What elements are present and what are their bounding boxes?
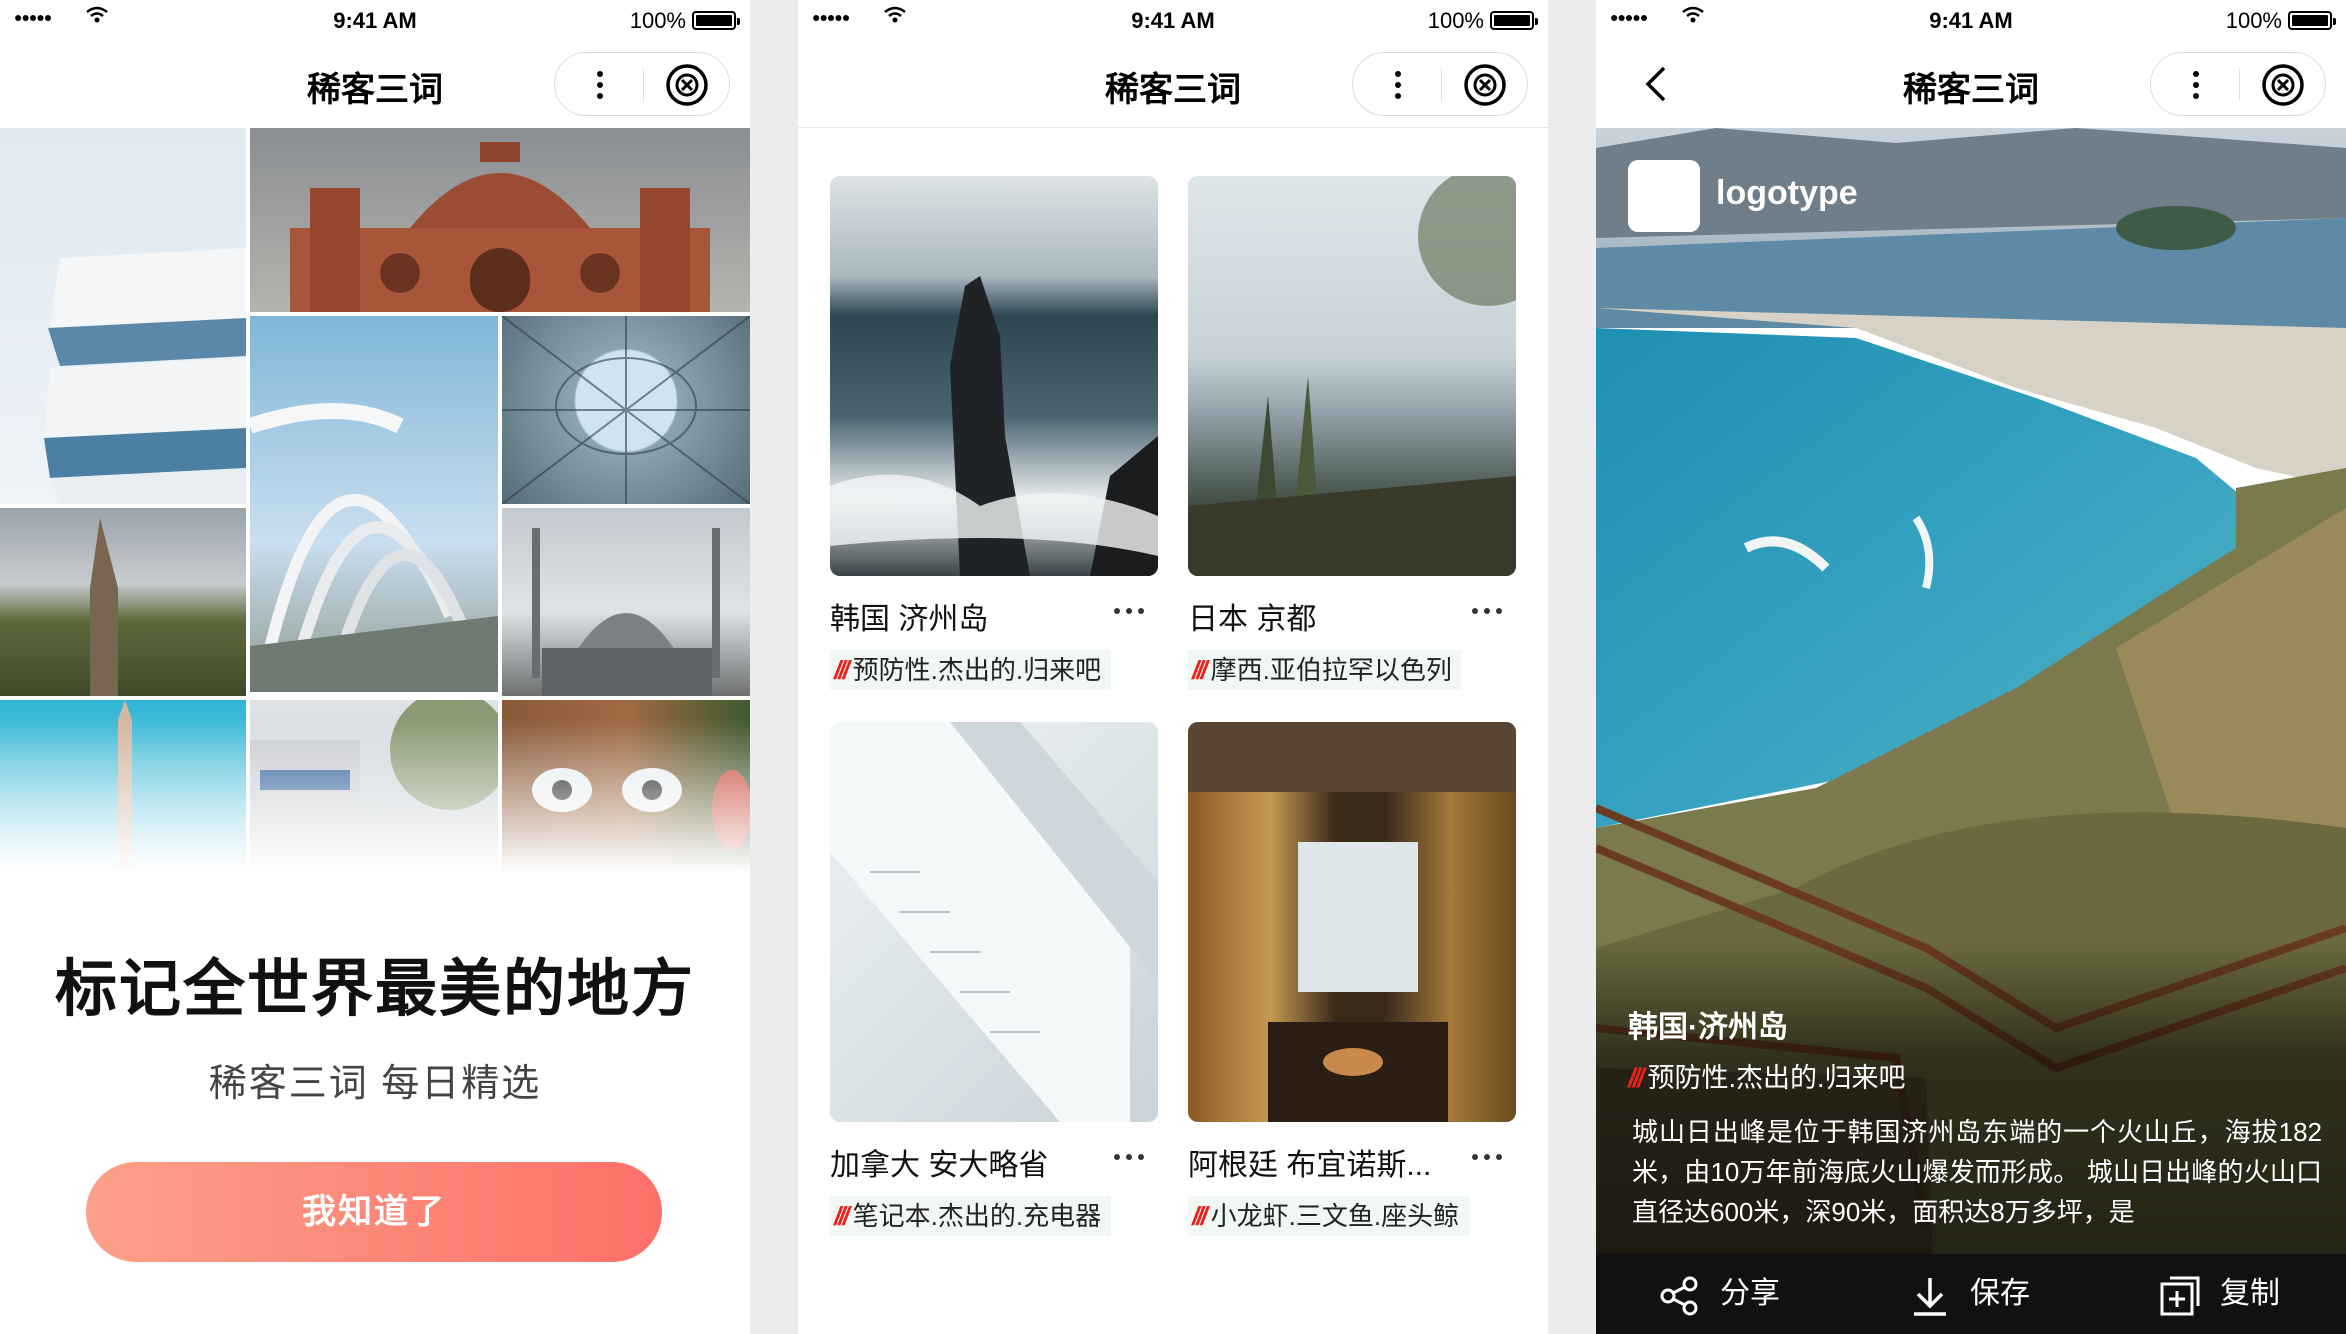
nav-bar: 稀客三词 bbox=[798, 40, 1548, 128]
onboarding-screen: ●●●●● 9:41 AM 100% 稀客三词 标记全世界最美的地方 稀客三词 … bbox=[0, 0, 750, 1334]
nav-bar: 稀客三词 bbox=[1596, 40, 2346, 128]
more-icon[interactable] bbox=[1114, 1154, 1146, 1162]
place-tags: ///小龙虾.三文鱼.座头鲸 bbox=[1188, 1196, 1470, 1236]
mini-program-capsule bbox=[1352, 52, 1528, 116]
slash-icon: /// bbox=[1628, 1063, 1644, 1093]
mini-program-capsule bbox=[554, 52, 730, 116]
tag-text: 小龙虾.三文鱼.座头鲸 bbox=[1210, 1201, 1460, 1231]
copy-label: 复制 bbox=[2220, 1277, 2280, 1310]
more-icon[interactable] bbox=[1472, 1154, 1504, 1162]
battery-icon bbox=[1490, 11, 1538, 30]
nav-divider bbox=[798, 127, 1548, 128]
battery-icon bbox=[692, 11, 740, 30]
copy-icon bbox=[2160, 1276, 2200, 1316]
place-name: 韩国 济州岛 bbox=[830, 603, 989, 636]
copy-button[interactable]: 复制 bbox=[2156, 1254, 2336, 1334]
save-button[interactable]: 保存 bbox=[1906, 1254, 2086, 1334]
place-tags: ///笔记本.杰出的.充电器 bbox=[830, 1196, 1112, 1236]
headline: 标记全世界最美的地方 bbox=[54, 955, 695, 1024]
tag-text: 摩西.亚伯拉罕以色列 bbox=[1210, 655, 1452, 685]
capsule-divider bbox=[1441, 69, 1442, 101]
save-label: 保存 bbox=[1970, 1277, 2030, 1310]
close-circle-icon[interactable] bbox=[1463, 63, 1507, 107]
detail-screen: ●●●●● 9:41 AM 100% 稀客三词 logotype 韩国·济州岛 … bbox=[1596, 0, 2346, 1334]
mosaic-fade bbox=[0, 720, 750, 890]
battery-icon bbox=[2288, 11, 2336, 30]
status-bar: ●●●●● 9:41 AM 100% bbox=[0, 0, 750, 40]
slash-icon: /// bbox=[834, 1201, 850, 1231]
more-icon[interactable] bbox=[1472, 608, 1504, 616]
action-bar: 分享 保存 复制 bbox=[1596, 1254, 2346, 1334]
place-name: 韩国·济州岛 bbox=[1628, 1011, 1788, 1044]
nav-bar: 稀客三词 bbox=[0, 40, 750, 128]
photo-palace bbox=[250, 128, 750, 312]
battery-percent: 100% bbox=[629, 8, 686, 33]
slash-icon: /// bbox=[1192, 1201, 1208, 1231]
photo-lounge-interior bbox=[1188, 722, 1516, 1122]
place-tags: ///摩西.亚伯拉罕以色列 bbox=[1188, 650, 1462, 690]
tag-text: 笔记本.杰出的.充电器 bbox=[852, 1201, 1102, 1231]
slash-icon: /// bbox=[834, 655, 850, 685]
subheadline: 稀客三词 每日精选 bbox=[208, 1063, 542, 1105]
share-button[interactable]: 分享 bbox=[1656, 1254, 1836, 1334]
close-circle-icon[interactable] bbox=[2261, 63, 2305, 107]
place-tags: ///预防性.杰出的.归来吧 bbox=[1628, 1056, 1906, 1095]
photo-modern-building bbox=[0, 128, 246, 504]
download-icon bbox=[1914, 1278, 1946, 1316]
more-icon[interactable] bbox=[1353, 53, 1441, 117]
place-name: 阿根廷 布宜诺斯... bbox=[1188, 1149, 1432, 1182]
photo-hill-tower bbox=[0, 508, 246, 696]
more-icon[interactable] bbox=[1114, 608, 1146, 616]
list-screen: ●●●●● 9:41 AM 100% 稀客三词 韩国 济州岛 ///预防性.杰出… bbox=[798, 0, 1548, 1334]
battery-percent: 100% bbox=[2225, 8, 2282, 33]
status-bar: ●●●●● 9:41 AM 100% bbox=[798, 0, 1548, 40]
more-icon[interactable] bbox=[2151, 53, 2239, 117]
photo-sea-rock bbox=[830, 176, 1158, 576]
logo-placeholder bbox=[1628, 160, 1700, 232]
photo-white-stairs bbox=[830, 722, 1158, 1122]
more-icon[interactable] bbox=[555, 53, 643, 117]
place-name: 加拿大 安大略省 bbox=[830, 1149, 1049, 1182]
got-it-button[interactable]: 我知道了 bbox=[86, 1162, 662, 1262]
close-circle-icon[interactable] bbox=[665, 63, 709, 107]
slash-icon: /// bbox=[1192, 655, 1208, 685]
share-label: 分享 bbox=[1720, 1277, 1780, 1310]
mini-program-capsule bbox=[2150, 52, 2326, 116]
capsule-divider bbox=[2239, 69, 2240, 101]
photo-misty-lake bbox=[1188, 176, 1516, 576]
place-description: 城山日出峰是位于韩国济州岛东端的一个火山丘，海拔182米，由10万年前海底火山爆… bbox=[1632, 1117, 2322, 1227]
share-icon bbox=[1660, 1276, 1698, 1316]
photo-arch-bridge bbox=[250, 316, 498, 692]
place-name: 日本 京都 bbox=[1188, 603, 1317, 636]
capsule-divider bbox=[643, 69, 644, 101]
status-bar: ●●●●● 9:41 AM 100% bbox=[1596, 0, 2346, 40]
photo-glass-dome bbox=[502, 316, 750, 504]
battery-percent: 100% bbox=[1427, 8, 1484, 33]
tag-text: 预防性.杰出的.归来吧 bbox=[1647, 1063, 1906, 1093]
tag-text: 预防性.杰出的.归来吧 bbox=[852, 655, 1102, 685]
photo-mosque bbox=[502, 508, 750, 696]
logotype: logotype bbox=[1716, 174, 1858, 212]
place-tags: ///预防性.杰出的.归来吧 bbox=[830, 650, 1112, 690]
